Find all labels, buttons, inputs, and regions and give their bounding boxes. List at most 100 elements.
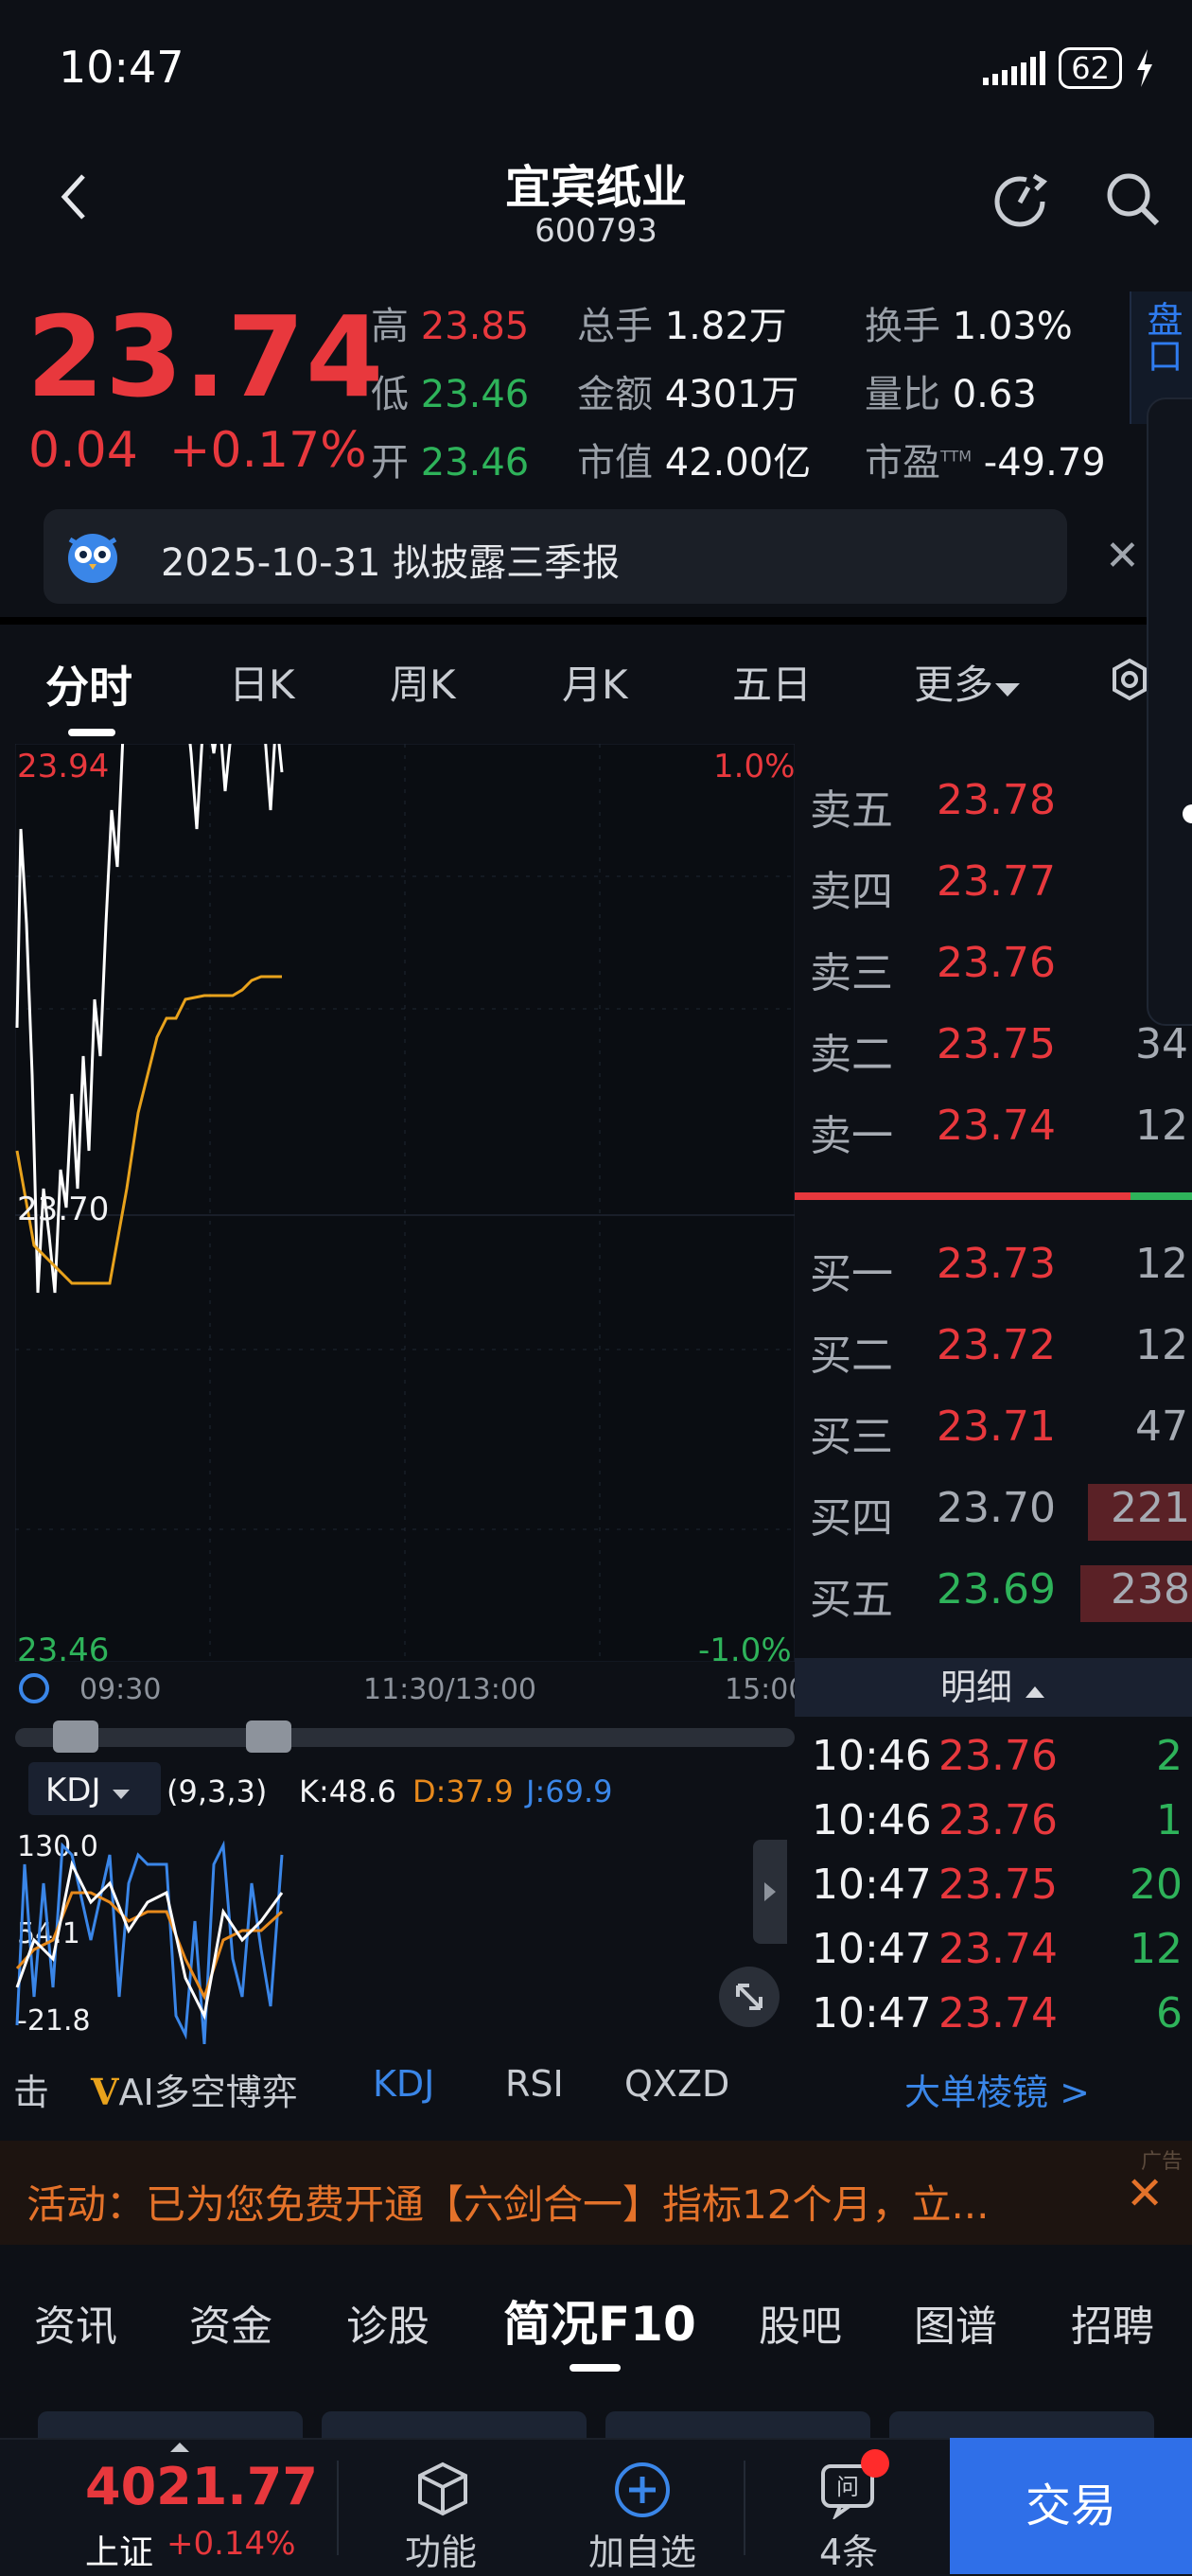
tab-daily-k[interactable]: 日K (229, 653, 295, 711)
kdj-params: (9,3,3) (167, 1773, 268, 1809)
tab-active-indicator (570, 2364, 621, 2372)
ask-row[interactable]: 卖二 23.75 34 (810, 1020, 1192, 1079)
trade-details-header[interactable]: 明细 (795, 1658, 1192, 1717)
qa-count-label: 4条 (819, 2532, 879, 2573)
ask-row[interactable]: 卖三23.761 (810, 939, 1192, 997)
trade-time: 10:47 (812, 1861, 932, 1909)
kdj-k-value: K:48.6 (299, 1773, 397, 1809)
order-price: 23.75 (937, 1020, 1056, 1068)
close-icon[interactable]: ✕ (1105, 532, 1140, 580)
indicator-qxzd[interactable]: QXZD (624, 2063, 729, 2105)
chart-pct-high: 1.0% (713, 748, 796, 785)
quote-mktcap: 市值 42.00亿 (577, 441, 812, 485)
tab-news[interactable]: 资讯 (34, 2292, 117, 2353)
trade-volume: 6 (1156, 1989, 1183, 2038)
range-slider-handle-right[interactable] (246, 1720, 291, 1753)
range-slider-handle-left[interactable] (53, 1720, 98, 1753)
crosshair-toggle-icon[interactable] (17, 1671, 51, 1709)
order-level-label: 买二 (810, 1332, 893, 1380)
order-level-label: 卖四 (810, 868, 893, 916)
tab-five-day[interactable]: 五日 (732, 653, 812, 711)
order-level-label: 卖五 (810, 786, 893, 835)
tab-forum[interactable]: 股吧 (759, 2292, 842, 2353)
svg-text:问: 问 (836, 2474, 859, 2500)
ask-row[interactable]: 卖一 23.74 12 (810, 1102, 1192, 1160)
settings-icon[interactable] (1109, 657, 1150, 706)
battery-indicator: 62 (1059, 47, 1122, 89)
quote-high: 高 23.85 (371, 305, 530, 348)
dropdown-arrow-icon (113, 1790, 131, 1799)
index-value[interactable]: 4021.77 (85, 2457, 318, 2516)
trade-button[interactable]: 交易 (950, 2438, 1192, 2574)
order-volume: 221 (1111, 1484, 1190, 1532)
order-level-label: 买三 (810, 1413, 893, 1461)
trade-price: 23.74 (938, 1925, 1058, 1973)
order-level-label: 卖二 (810, 1031, 893, 1079)
big-order-prism-link[interactable]: 大单棱镜 > (904, 2063, 1090, 2115)
time-mid: 11:30/13:00 (363, 1673, 537, 1706)
intraday-chart[interactable] (15, 744, 795, 1662)
v-logo-icon: V (91, 2071, 119, 2113)
indicator-ai-bull-bear[interactable]: VAI多空博弈 (91, 2063, 298, 2115)
trade-volume: 12 (1130, 1925, 1183, 1973)
order-price: 23.72 (937, 1321, 1056, 1369)
signal-icon (983, 51, 1046, 85)
kdj-chart[interactable] (15, 1826, 795, 2044)
indicator-kdj[interactable]: KDJ (373, 2063, 434, 2105)
tab-funds[interactable]: 资金 (189, 2292, 272, 2353)
divider (744, 2461, 745, 2555)
tab-f10[interactable]: 简况F10 (503, 2286, 696, 2355)
order-price: 23.76 (937, 939, 1056, 987)
price-change: 0.04 +0.17% (28, 422, 367, 479)
divider (0, 617, 1192, 625)
order-level-label: 买五 (810, 1576, 893, 1624)
chart-price-low: 23.46 (17, 1632, 110, 1669)
function-button[interactable] (412, 2459, 473, 2523)
order-volume: 12 (1135, 1321, 1188, 1369)
chart-price-mid: 23.70 (17, 1191, 110, 1228)
expand-icon[interactable] (719, 1967, 780, 2027)
tab-intraday[interactable]: 分时 (45, 653, 132, 715)
bid-row[interactable]: 买五 23.69 238 (810, 1565, 1192, 1624)
activity-text: 活动：已为您免费开通【六剑合一】指标12个月，立... (26, 2181, 990, 2228)
order-level-label: 卖一 (810, 1112, 893, 1160)
panel-toggle-button[interactable] (753, 1840, 787, 1944)
pankou-label: 盘口 (1141, 301, 1183, 373)
time-start: 09:30 (79, 1673, 162, 1706)
bid-row[interactable]: 买一 23.73 12 (810, 1240, 1192, 1298)
trade-price: 23.75 (938, 1861, 1058, 1909)
tab-graph[interactable]: 图谱 (914, 2292, 997, 2353)
bid-row[interactable]: 买四 23.70 221 (810, 1484, 1192, 1543)
order-volume: 34 (1135, 1020, 1188, 1068)
indicator-cut[interactable]: 击 (13, 2063, 49, 2115)
order-price: 23.77 (937, 857, 1056, 906)
tab-jobs[interactable]: 招聘 (1071, 2292, 1154, 2353)
plus-circle-icon (615, 2462, 670, 2517)
ask-row[interactable]: 卖五23.782 (810, 776, 1192, 835)
trade-volume: 2 (1156, 1732, 1183, 1780)
indicator-rsi[interactable]: RSI (505, 2063, 564, 2105)
subtab-placeholder (605, 2411, 870, 2440)
tab-monthly-k[interactable]: 月K (562, 653, 628, 711)
search-icon[interactable] (1102, 168, 1165, 235)
close-icon[interactable]: ✕ (1126, 2167, 1164, 2220)
bid-row[interactable]: 买三 23.71 47 (810, 1403, 1192, 1461)
quote-turnover: 换手 1.03% (865, 305, 1073, 348)
ask-row[interactable]: 卖四23.771 (810, 857, 1192, 916)
quote-vol-ratio: 量比 0.63 (865, 373, 1037, 416)
owl-icon (62, 526, 123, 591)
side-panel-edge[interactable] (1147, 397, 1192, 1026)
trade-price: 23.76 (938, 1796, 1058, 1844)
refresh-icon[interactable] (989, 168, 1051, 235)
add-watchlist-button[interactable] (613, 2461, 672, 2523)
tab-weekly-k[interactable]: 周K (390, 653, 456, 711)
order-volume: 238 (1111, 1565, 1190, 1614)
range-slider-track[interactable] (15, 1728, 795, 1747)
tab-more[interactable]: 更多 (914, 653, 1022, 711)
bid-row[interactable]: 买二 23.72 12 (810, 1321, 1192, 1380)
quote-amount: 金额 4301万 (577, 373, 799, 416)
order-price: 23.69 (937, 1565, 1056, 1614)
order-price: 23.71 (937, 1403, 1056, 1451)
current-price: 23.74 (26, 291, 385, 422)
tab-diagnosis[interactable]: 诊股 (346, 2292, 429, 2353)
